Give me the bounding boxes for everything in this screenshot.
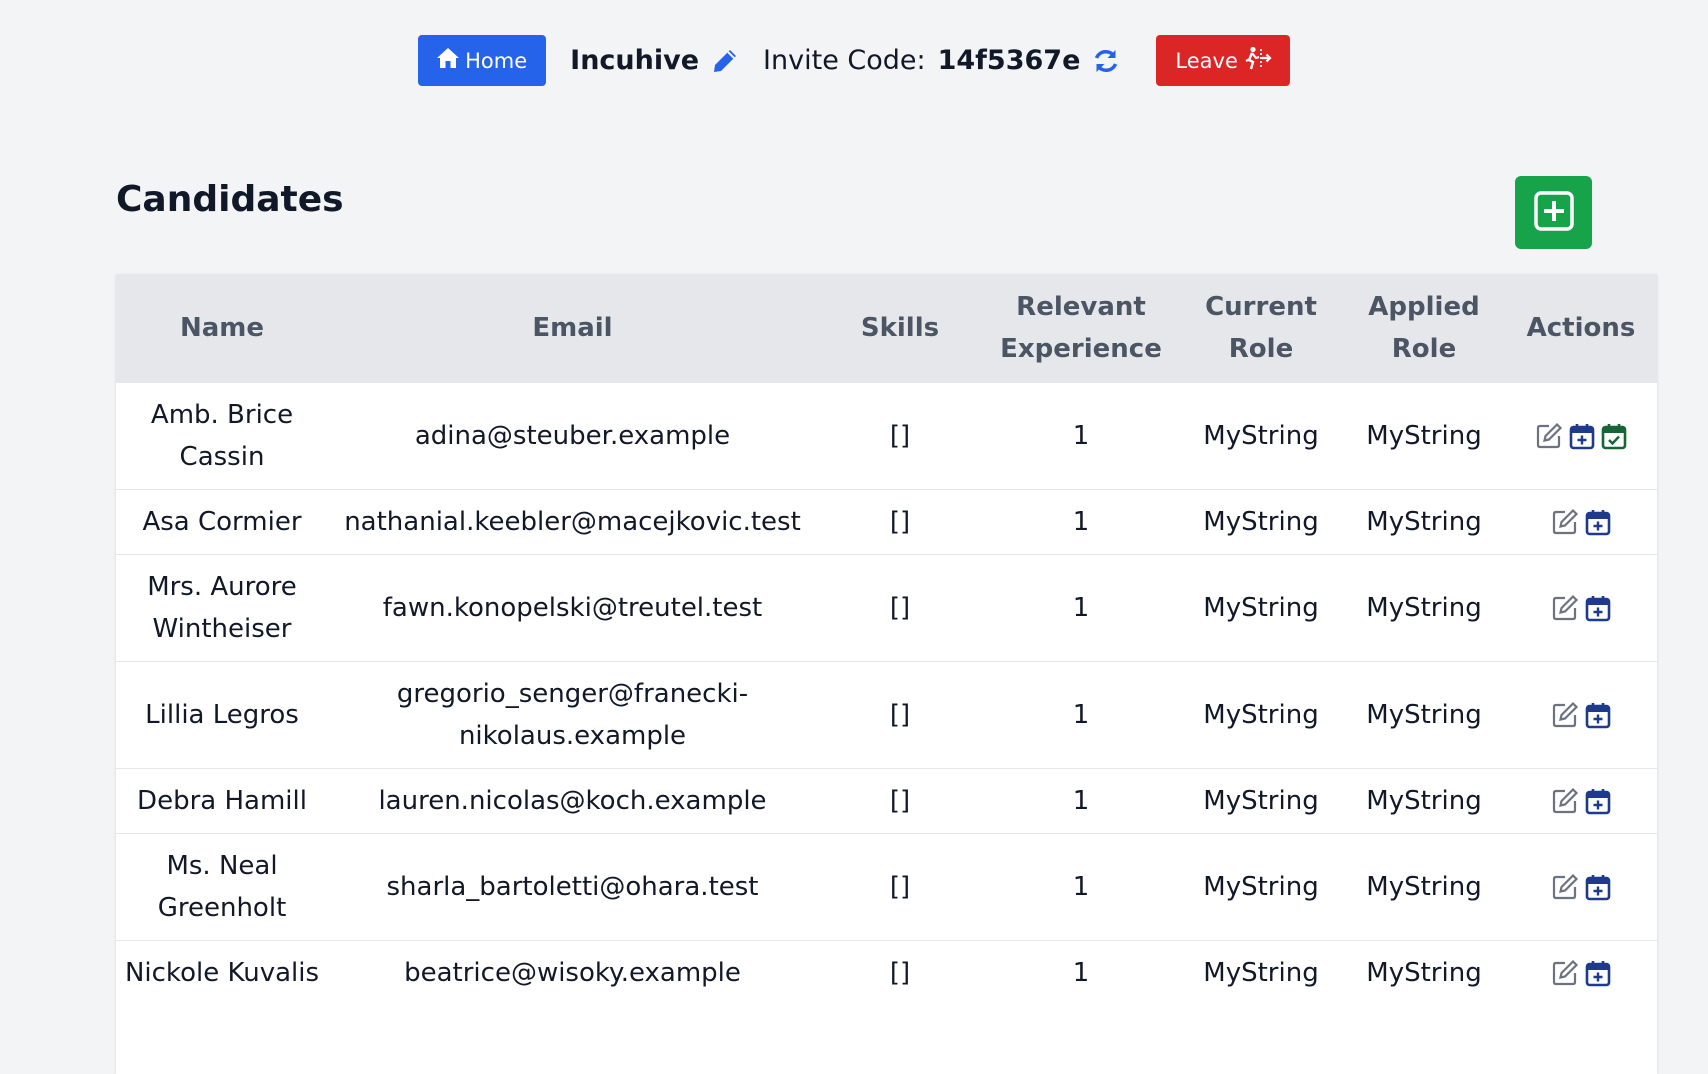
calendar-plus-icon[interactable] (1585, 701, 1611, 729)
top-bar: Home Incuhive Invite Code: 14f5367e Leav… (0, 35, 1708, 86)
calendar-plus-icon[interactable] (1569, 422, 1595, 450)
edit-icon[interactable] (1551, 873, 1579, 901)
candidate-experience: 1 (983, 488, 1179, 554)
candidate-email: sharla_bartoletti@ohara.test (328, 832, 817, 940)
column-header-name: Name (179, 312, 265, 343)
candidate-applied-role: MyString (1343, 767, 1505, 833)
calendar-plus-icon[interactable] (1585, 594, 1611, 622)
candidate-name: Amb. Brice Cassin (116, 381, 328, 489)
table-row: Ms. Neal Greenholt sharla_bartoletti@ohar… (116, 832, 1657, 940)
calendar-check-icon[interactable] (1601, 422, 1627, 450)
candidate-email: fawn.konopelski@treutel.test (328, 553, 817, 661)
column-header-email: Email (532, 312, 613, 343)
candidate-name: Ms. Neal Greenholt (116, 832, 328, 940)
table-row: Nickole Kuvalis beatrice@wisoky.example[]… (116, 939, 1657, 1005)
edit-icon[interactable] (1551, 701, 1579, 729)
home-label: Home (465, 48, 528, 73)
row-actions (1505, 553, 1657, 661)
exit-icon (1244, 46, 1272, 75)
row-actions (1505, 939, 1657, 1005)
candidate-skills: [] (817, 939, 983, 1005)
column-header-skills: Skills (860, 312, 940, 343)
table-row: Asa Cormier nathanial.keebler@macejkovic.… (116, 488, 1657, 554)
column-header-actions: Actions (1526, 312, 1636, 343)
candidate-current-role: MyString (1179, 488, 1343, 554)
candidate-applied-role: MyString (1343, 381, 1505, 489)
edit-icon[interactable] (1551, 959, 1579, 987)
edit-icon[interactable] (1551, 594, 1579, 622)
candidate-email: beatrice@wisoky.example (328, 939, 817, 1005)
candidate-current-role: MyString (1179, 939, 1343, 1005)
invite-code-label: Invite Code: (763, 45, 926, 76)
page-title: Candidates (116, 179, 344, 220)
row-actions (1505, 660, 1657, 768)
edit-icon[interactable] (1551, 787, 1579, 815)
candidate-current-role: MyString (1179, 660, 1343, 768)
candidate-name: Lillia Legros (116, 660, 328, 768)
row-actions (1505, 767, 1657, 833)
candidate-current-role: MyString (1179, 381, 1343, 489)
column-header-current-role: Current Role (1205, 291, 1317, 364)
candidate-current-role: MyString (1179, 832, 1343, 940)
candidate-name: Asa Cormier (116, 488, 328, 554)
candidate-skills: [] (817, 832, 983, 940)
candidate-current-role: MyString (1179, 553, 1343, 661)
candidate-experience: 1 (983, 660, 1179, 768)
candidate-email: gregorio_senger@franecki-nikolaus.exampl… (328, 660, 817, 768)
table-header: Name Email Skills Relevant Experience Cu… (116, 274, 1657, 382)
row-actions (1505, 832, 1657, 940)
row-actions (1505, 488, 1657, 554)
column-header-applied-role: Applied Role (1368, 291, 1480, 364)
calendar-plus-icon[interactable] (1585, 508, 1611, 536)
candidate-email: lauren.nicolas@koch.example (328, 767, 817, 833)
candidate-skills: [] (817, 381, 983, 489)
candidate-name: Mrs. Aurore Wintheiser (116, 553, 328, 661)
home-icon (436, 47, 460, 74)
candidate-skills: [] (817, 488, 983, 554)
table-row: Amb. Brice Cassin adina@steuber.example[]… (116, 381, 1657, 489)
candidate-applied-role: MyString (1343, 939, 1505, 1005)
row-actions (1505, 381, 1657, 489)
calendar-plus-icon[interactable] (1585, 787, 1611, 815)
calendar-plus-icon[interactable] (1585, 873, 1611, 901)
candidate-experience: 1 (983, 832, 1179, 940)
candidate-skills: [] (817, 767, 983, 833)
table-row: Debra Hamill lauren.nicolas@koch.example[… (116, 767, 1657, 833)
candidate-name: Debra Hamill (116, 767, 328, 833)
table-row: Mrs. Aurore Wintheiser fawn.konopelski@tr… (116, 553, 1657, 661)
invite-code-value: 14f5367e (937, 45, 1081, 76)
candidate-applied-role: MyString (1343, 488, 1505, 554)
candidate-applied-role: MyString (1343, 660, 1505, 768)
column-header-experience: Relevant Experience (1000, 291, 1162, 364)
candidate-email: nathanial.keebler@macejkovic.test (328, 488, 817, 554)
leave-button[interactable]: Leave (1156, 35, 1290, 86)
candidate-skills: [] (817, 553, 983, 661)
home-button[interactable]: Home (418, 35, 547, 86)
candidate-applied-role: MyString (1343, 553, 1505, 661)
leave-label: Leave (1175, 48, 1238, 73)
candidate-experience: 1 (983, 939, 1179, 1005)
add-candidate-button[interactable] (1515, 176, 1592, 249)
edit-icon[interactable] (1535, 422, 1563, 450)
pencil-icon[interactable] (711, 47, 739, 75)
candidate-experience: 1 (983, 381, 1179, 489)
table-row: Lillia Legros gregorio_senger@franecki-ni… (116, 660, 1657, 768)
calendar-plus-icon[interactable] (1585, 959, 1611, 987)
candidate-current-role: MyString (1179, 767, 1343, 833)
team-name: Incuhive (570, 45, 700, 76)
candidate-experience: 1 (983, 767, 1179, 833)
candidate-experience: 1 (983, 553, 1179, 661)
edit-icon[interactable] (1551, 508, 1579, 536)
refresh-icon[interactable] (1092, 47, 1120, 75)
plus-square-icon (1533, 190, 1575, 236)
candidate-email: adina@steuber.example (328, 381, 817, 489)
candidate-name: Nickole Kuvalis (116, 939, 328, 1005)
candidate-applied-role: MyString (1343, 832, 1505, 940)
candidate-skills: [] (817, 660, 983, 768)
candidates-table: Name Email Skills Relevant Experience Cu… (116, 274, 1657, 1074)
